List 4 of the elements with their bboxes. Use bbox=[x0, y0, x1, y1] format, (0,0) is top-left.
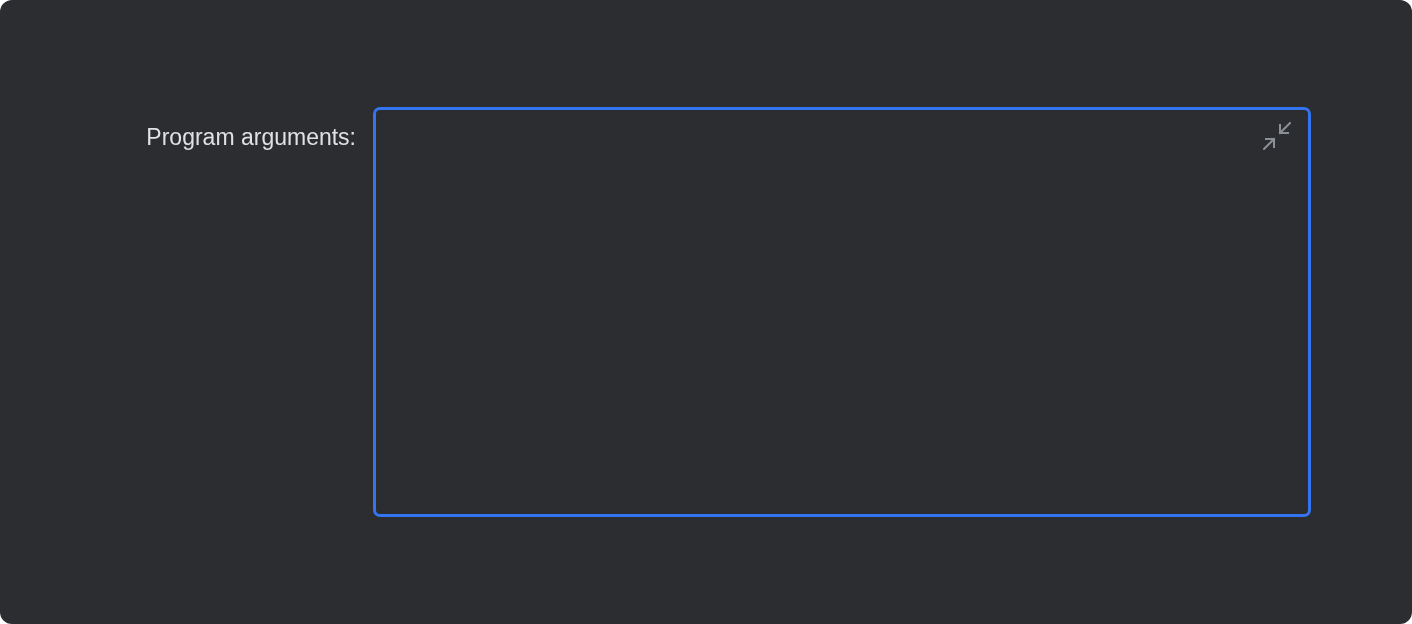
field-label: Program arguments: bbox=[145, 123, 356, 151]
collapse-button[interactable] bbox=[1263, 122, 1291, 150]
minimize-icon bbox=[1263, 122, 1291, 150]
text-area-field[interactable] bbox=[373, 107, 1311, 517]
